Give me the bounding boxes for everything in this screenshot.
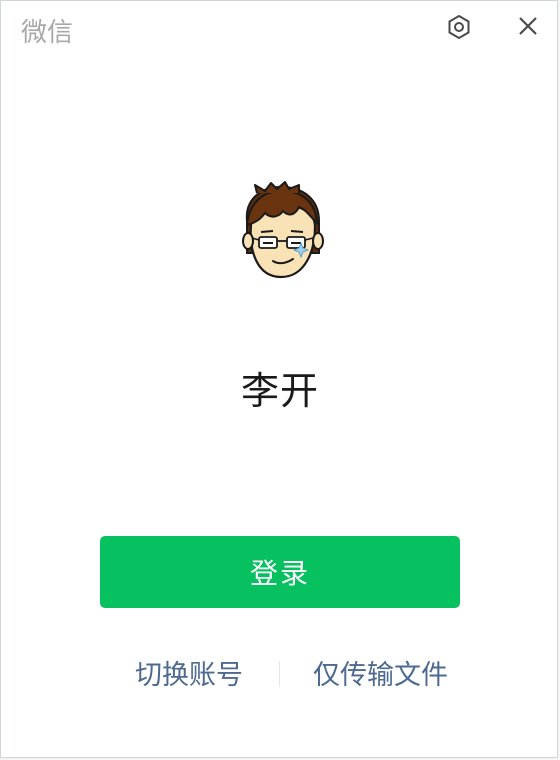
settings-button[interactable]	[444, 12, 474, 42]
link-divider	[279, 661, 280, 687]
cartoon-avatar-icon	[242, 181, 324, 279]
file-transfer-only-link[interactable]: 仅传输文件	[313, 656, 448, 696]
avatar	[235, 181, 327, 289]
login-button[interactable]: 登录	[100, 536, 460, 608]
settings-icon	[448, 14, 470, 40]
app-title: 微信	[21, 18, 74, 48]
user-name: 李开	[240, 369, 319, 413]
close-button[interactable]	[513, 11, 543, 41]
wechat-login-window: 微信 李开 登录 切换账号 仅传输文件	[0, 0, 558, 758]
close-icon	[519, 17, 537, 35]
switch-account-link[interactable]: 切换账号	[135, 656, 243, 696]
